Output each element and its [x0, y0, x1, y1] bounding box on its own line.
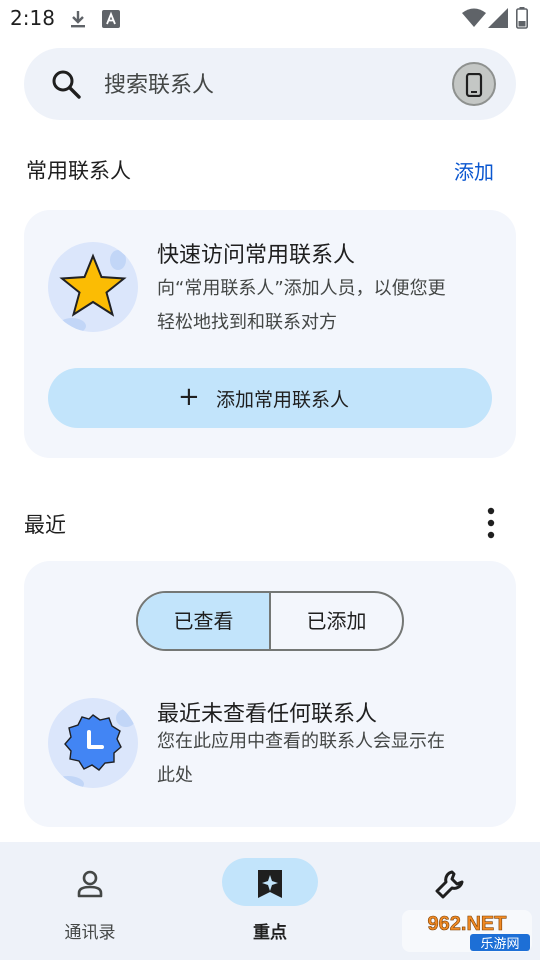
sparkle-bookmark-icon [258, 870, 282, 898]
battery-icon [516, 7, 528, 29]
watermark-text-bottom: 乐游网 [480, 937, 519, 952]
favorites-illustration [48, 242, 138, 332]
favorites-card-body-line2: 轻松地找到和联系对方 [157, 312, 337, 333]
plus-icon: + [178, 382, 200, 412]
nav-item-highlights[interactable]: 重点 [196, 842, 336, 960]
status-bar: 2:18 [0, 0, 540, 36]
nav-label-highlights: 重点 [253, 923, 287, 943]
phone-icon [465, 73, 483, 97]
segment-viewed[interactable]: 已查看 [138, 593, 269, 649]
favorites-card-body-line1: 向“常用联系人”添加人员，以便您更 [157, 278, 446, 299]
status-time: 2:18 [10, 6, 55, 30]
recent-empty-body-line1: 您在此应用中查看的联系人会显示在 [157, 731, 445, 752]
text-a-icon [102, 10, 120, 28]
favorites-card: 快速访问常用联系人 向“常用联系人”添加人员，以便您更 轻松地找到和联系对方 +… [24, 210, 516, 458]
recent-illustration [48, 698, 138, 788]
cellular-signal-icon [488, 8, 508, 28]
wrench-icon [435, 870, 464, 899]
favorites-card-heading: 快速访问常用联系人 [157, 243, 356, 268]
wifi-icon [462, 8, 486, 27]
search-bar[interactable] [24, 48, 516, 120]
add-favorites-button[interactable]: + 添加常用联系人 [48, 368, 492, 428]
recent-empty-body: 您在此应用中查看的联系人会显示在 此处 [157, 725, 507, 793]
search-icon[interactable] [50, 68, 82, 100]
person-icon [77, 870, 103, 898]
recent-title: 最近 [24, 513, 66, 537]
nav-label-contacts: 通讯录 [64, 923, 116, 943]
search-input[interactable] [102, 64, 436, 106]
watermark-logo: 962.NET 乐游网 [402, 910, 532, 952]
clock-badge-icon [64, 714, 122, 771]
watermark-text-top: 962.NET [428, 913, 507, 935]
device-account-button[interactable] [452, 62, 496, 106]
add-favorite-link[interactable]: 添加 [454, 156, 494, 185]
favorites-card-body: 向“常用联系人”添加人员，以便您更 轻松地找到和联系对方 [157, 272, 507, 340]
more-options-icon[interactable] [480, 506, 502, 540]
recent-card: 已查看 已添加 最近未查看任何联系人 您在此应用中查看的联系人会显示在 此处 [24, 561, 516, 827]
recent-segmented-control[interactable]: 已查看 已添加 [136, 591, 404, 651]
favorites-title: 常用联系人 [26, 159, 131, 183]
download-icon [71, 11, 85, 28]
recent-empty-body-line2: 此处 [157, 765, 193, 786]
recent-empty-heading: 最近未查看任何联系人 [157, 702, 378, 727]
segment-added[interactable]: 已添加 [271, 593, 402, 649]
nav-item-contacts[interactable]: 通讯录 [16, 842, 156, 960]
add-favorites-button-label: 添加常用联系人 [216, 389, 350, 411]
